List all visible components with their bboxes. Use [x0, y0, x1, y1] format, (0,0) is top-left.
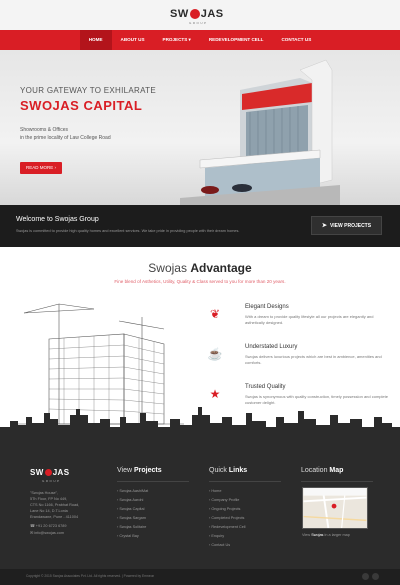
email[interactable]: ✉ info@swojas.com [30, 530, 64, 535]
welcome-bar: Welcome to Swojas Group Swojas is commit… [0, 205, 400, 247]
view-projects-button[interactable]: ➤ VIEW PROJECTS [311, 216, 382, 235]
project-link[interactable]: › Swojas Capital [117, 507, 144, 511]
quick-links-divider [209, 481, 281, 482]
advantage-title-part-a: Swojas [148, 261, 191, 275]
address-line: 5Th Floor, FP No 449, [30, 497, 68, 501]
quick-link[interactable]: › Ongoing Projects [209, 507, 240, 511]
twitter-icon[interactable] [372, 573, 379, 580]
footer-logo[interactable]: SW JAS [30, 468, 69, 477]
project-link[interactable]: › Swojas Solitaire [117, 525, 146, 529]
nav-home[interactable]: HOME [79, 30, 112, 50]
copyright: Copyright © 2015 Swojas Associates Pvt. … [26, 574, 155, 578]
projects-heading-b: Projects [134, 467, 162, 474]
send-icon: ➤ [321, 223, 327, 229]
quick-link[interactable]: › Redevelopment Cell [209, 525, 246, 529]
facebook-icon[interactable] [362, 573, 369, 580]
projects-heading: View Projects [117, 467, 162, 474]
welcome-subtitle: Swojas is committed to provide high qual… [16, 229, 240, 233]
read-more-button[interactable]: READ MORE › [20, 162, 62, 174]
logo-text-part-a: SW [170, 8, 189, 20]
city-skyline [0, 407, 400, 436]
quick-link[interactable]: › Enquiry [209, 534, 224, 538]
footer-logo-subtitle: GROUP [42, 479, 61, 483]
footer-logo-part-a: SW [30, 468, 44, 477]
quick-links-heading: Quick Links [209, 467, 247, 474]
location-map-heading: Location Map [301, 467, 343, 474]
feature-text: With a dream to provide quality lifestyl… [245, 314, 374, 325]
footer-logo-dot-icon [44, 469, 52, 477]
quick-link[interactable]: › Completed Projects [209, 516, 244, 520]
logo-text: SW JAS [170, 8, 224, 20]
welcome-title: Welcome to Swojas Group [16, 216, 99, 223]
feature-elegant-designs: ❦ Elegant Designs With a dream to provid… [205, 304, 390, 340]
phone: ☎ +91 20 6723 6789 [30, 523, 67, 528]
cup-icon: ☕ [207, 347, 223, 361]
logo-text-part-b: JAS [200, 8, 224, 20]
project-link[interactable]: › Swojas AashiMat [117, 489, 148, 493]
address-line: Lane No 14, D.T.Lonia [30, 509, 68, 513]
quick-link[interactable]: › Home [209, 489, 221, 493]
nav-contact-us[interactable]: CONTACT US [272, 30, 320, 50]
email-address: info@swojas.com [34, 531, 65, 535]
view-projects-label: VIEW PROJECTS [329, 223, 372, 229]
location-map[interactable] [302, 487, 368, 529]
address-line: "Swojas House", [30, 491, 59, 495]
feature-understated-luxury: ☕ Understated Luxury Swojas delivers lux… [205, 344, 390, 380]
map-caption: View Swojas in a larger map [302, 533, 350, 537]
footer-logo-part-b: JAS [52, 468, 70, 477]
larger-map-link[interactable]: Swojas [311, 533, 323, 537]
phone-number: +91 20 6723 6789 [35, 524, 67, 528]
star-icon: ★ [209, 387, 221, 401]
projects-divider [117, 481, 189, 482]
hero-line-2: in the prime locality of Law College Roa… [20, 135, 111, 141]
quick-link[interactable]: › Company Profile [209, 498, 239, 502]
projects-heading-a: View [117, 467, 134, 474]
map-caption-a: View [302, 533, 312, 537]
nav-about-us[interactable]: ABOUT US [112, 30, 154, 50]
feature-title: Trusted Quality [245, 384, 286, 390]
project-link[interactable]: › Crystal Bay [117, 534, 139, 538]
logo-subtitle: GROUP [189, 21, 208, 25]
logo[interactable]: SW JAS GROUP [170, 6, 230, 26]
bottom-bar: Copyright © 2015 Swojas Associates Pvt. … [0, 569, 400, 585]
quick-links-heading-a: Quick [209, 467, 229, 474]
main-nav: HOME ABOUT US PROJECTS ▾ REDEVELOPMENT C… [0, 30, 400, 50]
map-caption-b: in a larger map [323, 533, 350, 537]
map-heading-b: Map [329, 467, 344, 474]
leaf-icon: ❦ [209, 307, 221, 321]
feature-text: Swojas delivers luxurious projects which… [245, 354, 382, 365]
quick-links-heading-b: Links [228, 467, 248, 474]
map-divider [301, 481, 373, 482]
site-footer: SW JAS GROUP "Swojas House", 5Th Floor, F… [0, 435, 400, 569]
site-header: SW JAS GROUP [0, 0, 400, 30]
advantage-title-part-b: Advantage [190, 261, 252, 275]
project-link[interactable]: › Swojas Sargam [117, 516, 146, 520]
feature-title: Elegant Designs [245, 304, 289, 310]
advantage-subtitle: Fine blend of Asthetics, Utility, Qualit… [114, 279, 286, 284]
hero-tagline: YOUR GATEWAY TO EXHILARATE [20, 86, 156, 95]
address-line: CTS No 1166, Prabhat Road, [30, 503, 80, 507]
address-line: Erandawane, Pune - 411004 [30, 515, 79, 519]
nav-projects[interactable]: PROJECTS ▾ [154, 30, 200, 50]
hero-banner: YOUR GATEWAY TO EXHILARATE SWOJAS CAPITA… [0, 50, 400, 205]
map-heading-a: Location [301, 467, 330, 474]
quick-link[interactable]: › Contact Us [209, 543, 230, 547]
nav-redevelopment-cell[interactable]: REDEVELOPMENT CELL [200, 30, 273, 50]
hero-line-1: Showrooms & Offices [20, 127, 68, 133]
advantage-title: Swojas Advantage [0, 261, 400, 275]
building-illustration [180, 59, 340, 205]
logo-dot-icon [189, 9, 200, 20]
project-link[interactable]: › Swojas Aarohi [117, 498, 143, 502]
hero-title: SWOJAS CAPITAL [20, 98, 143, 113]
feature-title: Understated Luxury [245, 344, 298, 350]
